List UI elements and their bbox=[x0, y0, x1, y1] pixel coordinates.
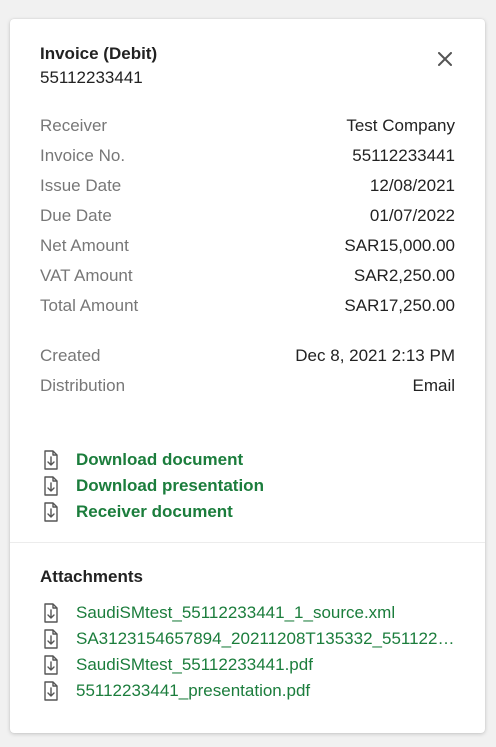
attachments-title: Attachments bbox=[40, 567, 143, 586]
detail-label: Invoice No. bbox=[40, 146, 126, 165]
download-presentation-link[interactable]: Download presentation bbox=[40, 473, 465, 499]
detail-label: VAT Amount bbox=[40, 266, 133, 285]
detail-row-created: Created Dec 8, 2021 2:13 PM bbox=[40, 341, 455, 371]
detail-row-vat-amount: VAT Amount SAR2,250.00 bbox=[40, 261, 455, 291]
document-download-icon bbox=[44, 681, 58, 701]
document-download-icon bbox=[44, 450, 58, 470]
document-download-icon bbox=[44, 629, 58, 649]
attachments-section: Attachments SaudiSMtest_55112233441_1_so… bbox=[40, 566, 457, 704]
detail-row-net-amount: Net Amount SAR15,000.00 bbox=[40, 231, 455, 261]
detail-row-due-date: Due Date 01/07/2022 bbox=[40, 201, 455, 231]
invoice-number-subtitle: 55112233441 bbox=[40, 68, 143, 87]
section-divider bbox=[10, 542, 485, 543]
detail-label: Net Amount bbox=[40, 236, 129, 255]
detail-value: 12/08/2021 bbox=[369, 176, 455, 195]
detail-label: Created bbox=[40, 346, 101, 365]
detail-value: SAR15,000.00 bbox=[344, 236, 455, 255]
detail-label: Distribution bbox=[40, 376, 126, 395]
attachment-file-name: 55112233441_presentation.pdf bbox=[76, 681, 311, 700]
detail-label: Receiver bbox=[40, 116, 108, 135]
detail-value: SAR17,250.00 bbox=[344, 296, 455, 315]
detail-value: 01/07/2022 bbox=[369, 206, 455, 225]
action-label: Download document bbox=[76, 450, 244, 469]
detail-row-total-amount: Total Amount SAR17,250.00 bbox=[40, 291, 455, 321]
invoice-details: Receiver Test Company Invoice No. 551122… bbox=[40, 111, 455, 401]
invoice-details-panel: Invoice (Debit) 55112233441 Receiver Tes… bbox=[10, 19, 485, 733]
document-download-icon bbox=[44, 603, 58, 623]
action-label: Receiver document bbox=[76, 502, 233, 521]
panel-title: Invoice (Debit) bbox=[40, 44, 158, 63]
attachment-item[interactable]: SaudiSMtest_55112233441_1_source.xml bbox=[40, 600, 457, 626]
attachment-file-name: SaudiSMtest_55112233441_1_source.xml bbox=[76, 603, 396, 622]
attachment-item[interactable]: 55112233441_presentation.pdf bbox=[40, 678, 457, 704]
receiver-document-link[interactable]: Receiver document bbox=[40, 499, 465, 525]
detail-value: Dec 8, 2021 2:13 PM bbox=[295, 346, 455, 365]
detail-label: Due Date bbox=[40, 206, 112, 225]
attachment-file-name: SaudiSMtest_55112233441.pdf bbox=[76, 655, 313, 674]
detail-value: 55112233441 bbox=[352, 146, 455, 165]
detail-label: Total Amount bbox=[40, 296, 139, 315]
download-document-link[interactable]: Download document bbox=[40, 447, 465, 473]
detail-row-issue-date: Issue Date 12/08/2021 bbox=[40, 171, 455, 201]
detail-row-receiver: Receiver Test Company bbox=[40, 111, 455, 141]
document-download-icon bbox=[44, 502, 58, 522]
action-label: Download presentation bbox=[76, 476, 264, 495]
close-icon bbox=[438, 52, 452, 66]
document-download-icon bbox=[44, 476, 58, 496]
document-actions: Download document Download presentation … bbox=[40, 447, 465, 525]
attachment-file-name: SA3123154657894_20211208T135332_55112233… bbox=[76, 629, 457, 648]
close-button[interactable] bbox=[433, 47, 457, 71]
detail-row-invoice-no: Invoice No. 55112233441 bbox=[40, 141, 455, 171]
detail-value: SAR2,250.00 bbox=[353, 266, 455, 285]
document-download-icon bbox=[44, 655, 58, 675]
detail-value: Test Company bbox=[346, 116, 455, 135]
detail-value: Email bbox=[412, 376, 455, 395]
panel-header: Invoice (Debit) 55112233441 bbox=[40, 43, 457, 89]
attachment-item[interactable]: SaudiSMtest_55112233441.pdf bbox=[40, 652, 457, 678]
attachment-item[interactable]: SA3123154657894_20211208T135332_55112233… bbox=[40, 626, 457, 652]
detail-row-distribution: Distribution Email bbox=[40, 371, 455, 401]
detail-label: Issue Date bbox=[40, 176, 122, 195]
